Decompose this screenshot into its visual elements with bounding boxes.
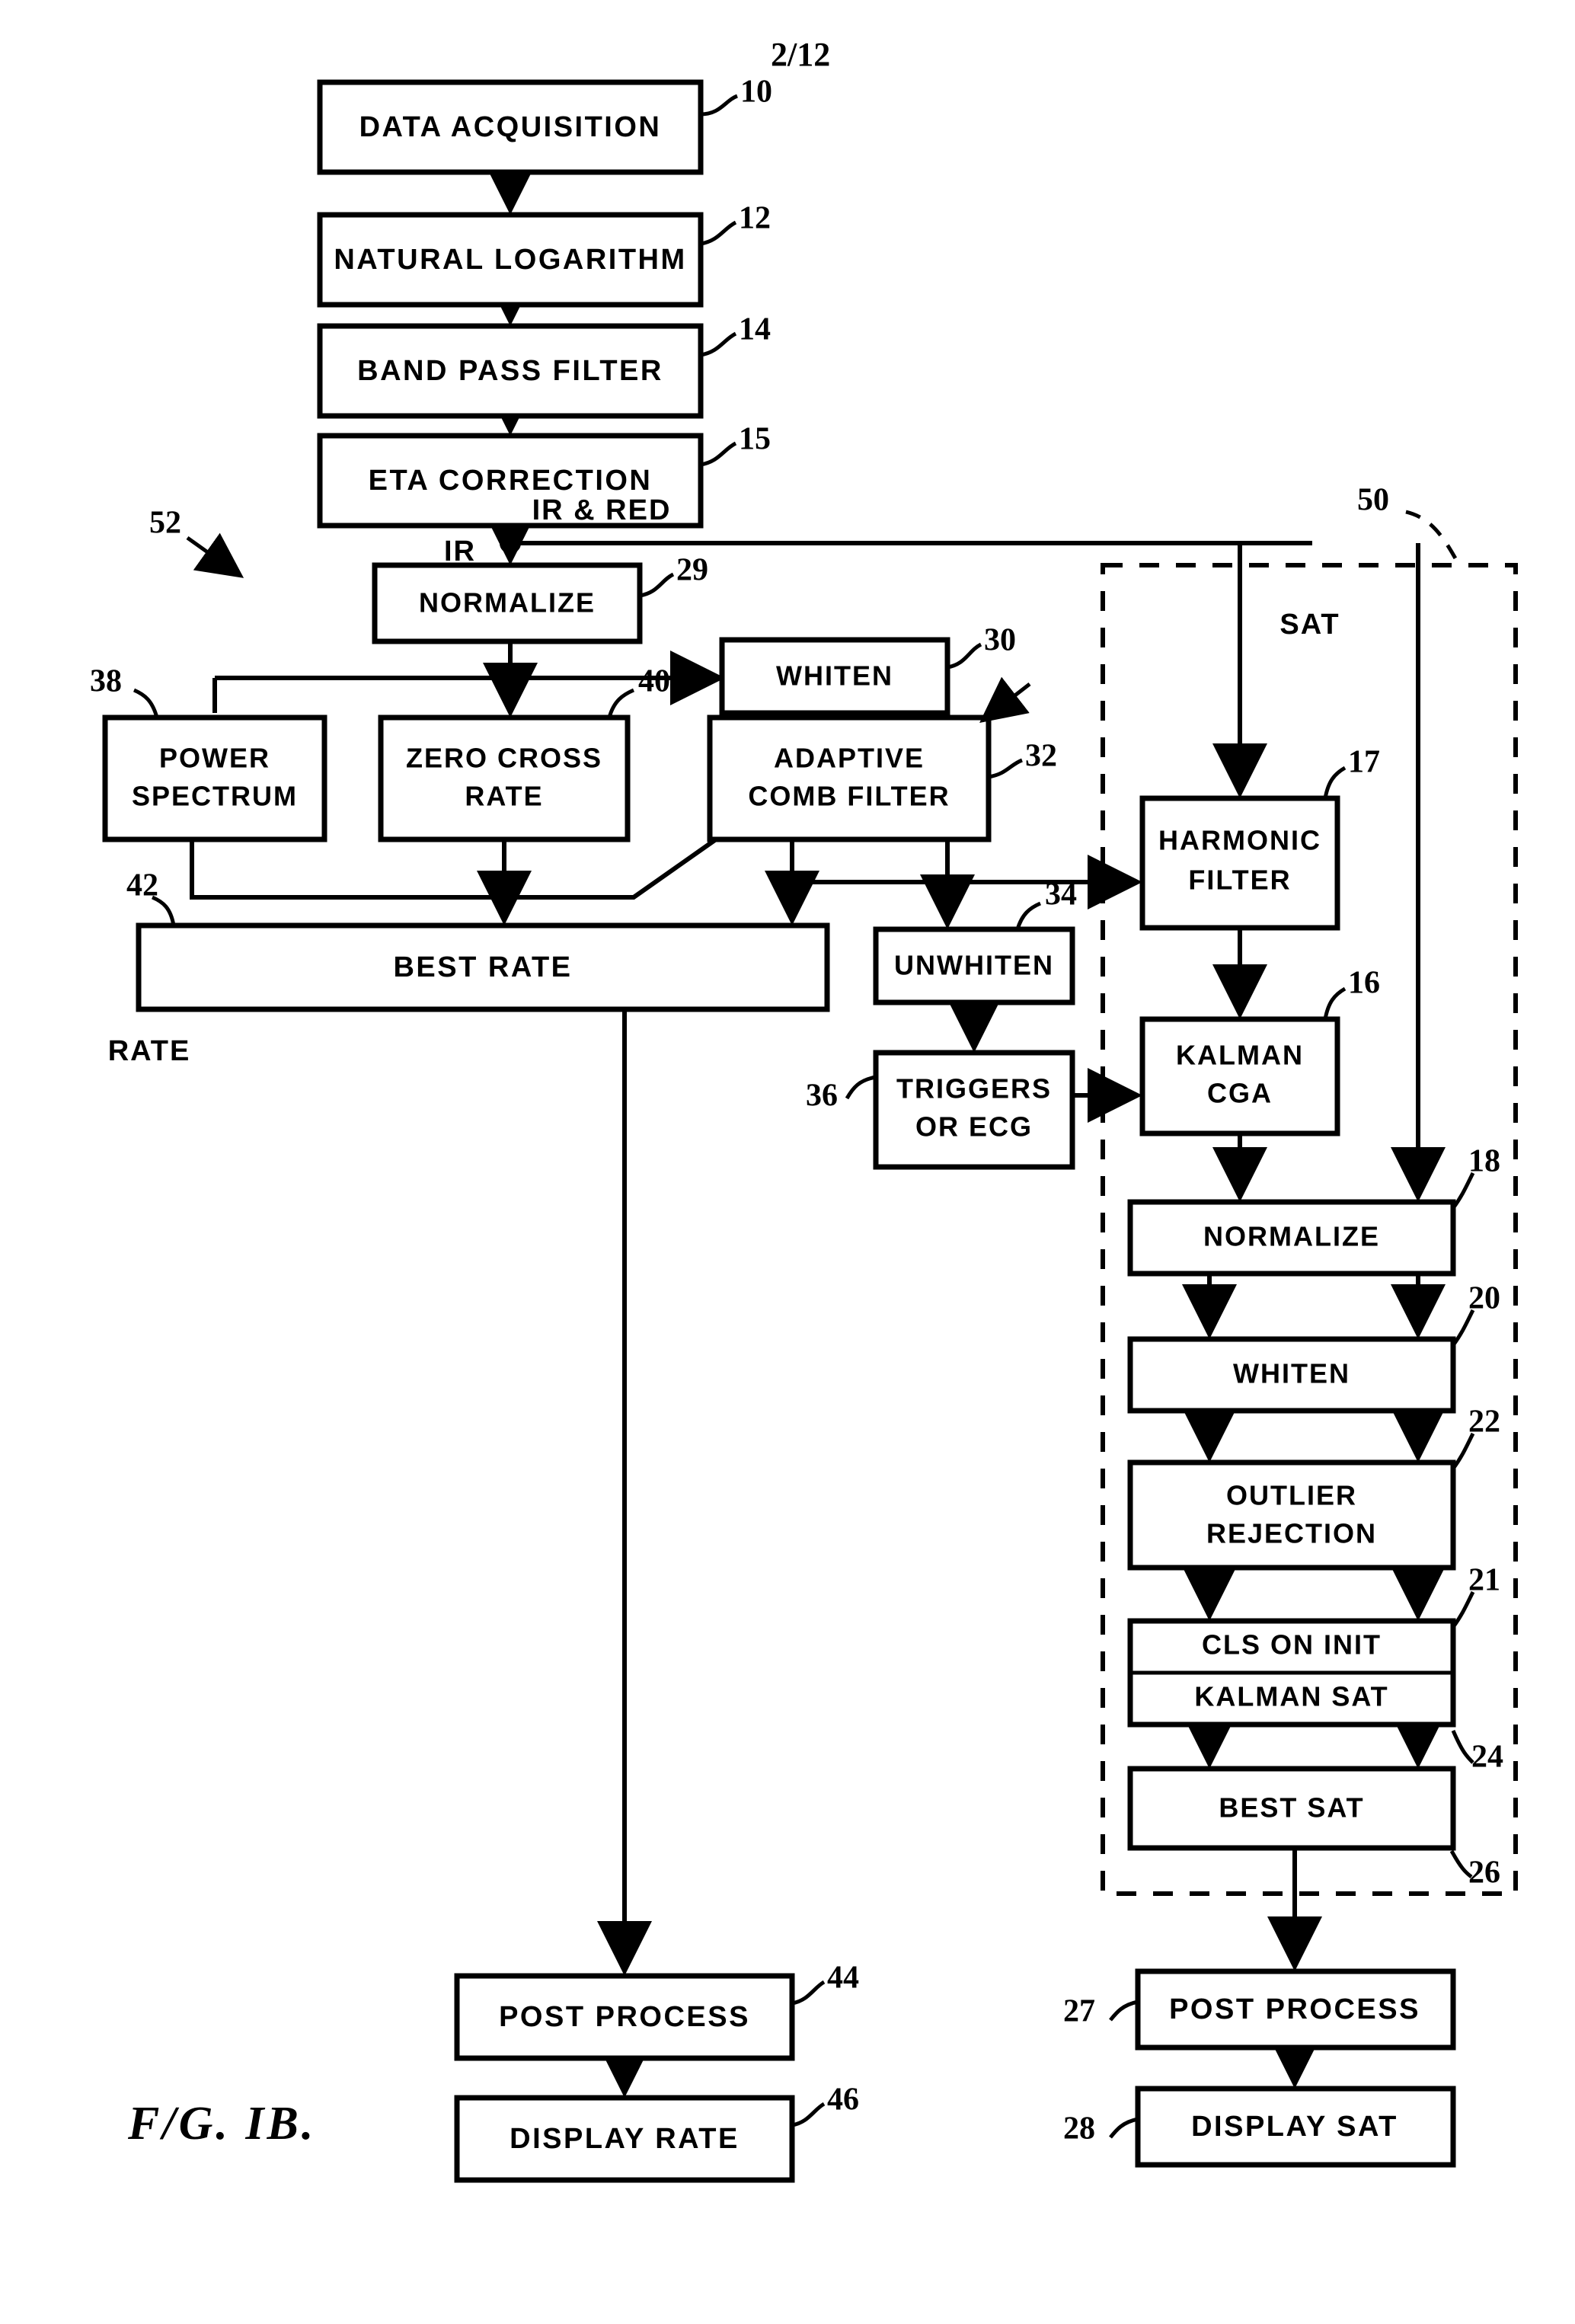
block-label: NATURAL LOGARITHM <box>334 244 686 276</box>
page-marker: 2/12 <box>771 36 830 73</box>
ref-12: 12 <box>739 201 771 236</box>
block-label: BEST SAT <box>1219 1792 1364 1824</box>
ref-52: 52 <box>149 506 181 541</box>
ref-18: 18 <box>1468 1144 1500 1179</box>
block-label-line2: REJECTION <box>1206 1518 1377 1549</box>
external-input-arrow <box>979 676 1031 724</box>
patent-figure-sheet: DATA ACQUISITION 10 NATURAL LOGARITHM 12… <box>0 0 1575 2324</box>
block-normalize-ir[interactable]: NORMALIZE <box>372 562 643 644</box>
figure-caption: F/G. IB. <box>127 2098 316 2150</box>
ref-21: 21 <box>1468 1563 1500 1598</box>
block-label-line1: ADAPTIVE <box>774 743 925 774</box>
block-label: POST PROCESS <box>499 2001 750 2033</box>
ref-50: 50 <box>1357 483 1389 518</box>
block-post-process-sat[interactable]: POST PROCESS <box>1135 1968 1456 2051</box>
block-label-line1: KALMAN <box>1176 1040 1304 1071</box>
ref-27: 27 <box>1063 1994 1095 2029</box>
block-best-rate[interactable]: BEST RATE <box>136 922 830 1012</box>
block-label-line2: SPECTRUM <box>132 781 298 812</box>
ref-46: 46 <box>827 2083 859 2118</box>
block-label-line2: FILTER <box>1188 865 1291 896</box>
block-label-line1: CLS ON INIT <box>1202 1629 1382 1661</box>
block-label: DATA ACQUISITION <box>359 111 662 143</box>
block-label: BEST RATE <box>393 951 572 983</box>
flow-diagram: DATA ACQUISITION 10 NATURAL LOGARITHM 12… <box>90 36 1518 2183</box>
ref-22: 22 <box>1468 1405 1500 1440</box>
block-label-line1: HARMONIC <box>1158 825 1321 856</box>
block-band-pass-filter[interactable]: BAND PASS FILTER <box>317 323 704 419</box>
block-label: POST PROCESS <box>1169 1993 1420 2025</box>
label-rate: RATE <box>108 1035 191 1067</box>
block-label-line1: POWER <box>159 743 270 774</box>
ref-10: 10 <box>740 75 772 110</box>
block-cls-kalman-sat[interactable]: CLS ON INIT KALMAN SAT <box>1127 1618 1456 1728</box>
ref-30: 30 <box>984 623 1016 658</box>
label-ir-and-red: IR & RED <box>532 494 672 526</box>
block-post-process-rate[interactable]: POST PROCESS <box>454 1973 795 2061</box>
ref-52-leader <box>186 532 244 578</box>
block-unwhiten[interactable]: UNWHITEN <box>873 926 1075 1005</box>
block-label: BAND PASS FILTER <box>357 355 663 387</box>
ref-17: 17 <box>1348 745 1380 780</box>
block-zero-cross-rate[interactable]: ZERO CROSS RATE <box>378 714 631 842</box>
ref-42: 42 <box>126 868 158 903</box>
block-natural-logarithm[interactable]: NATURAL LOGARITHM <box>317 212 704 308</box>
block-label-line2: COMB FILTER <box>748 781 950 812</box>
block-harmonic-filter[interactable]: HARMONIC FILTER <box>1139 795 1340 931</box>
block-best-sat[interactable]: BEST SAT <box>1127 1766 1456 1851</box>
block-label-line2: KALMAN SAT <box>1194 1681 1388 1712</box>
ref-28: 28 <box>1063 2111 1095 2147</box>
ref-26: 26 <box>1468 1856 1500 1891</box>
ref-15: 15 <box>739 422 771 457</box>
ref-29: 29 <box>676 553 708 588</box>
block-label-line1: TRIGGERS <box>896 1073 1052 1104</box>
ref-40: 40 <box>638 664 670 699</box>
block-label-line2: RATE <box>465 781 543 812</box>
block-data-acquisition[interactable]: DATA ACQUISITION <box>317 79 704 175</box>
block-label-line1: ZERO CROSS <box>406 743 602 774</box>
ref-14: 14 <box>739 312 771 347</box>
block-display-sat[interactable]: DISPLAY SAT <box>1135 2086 1456 2168</box>
connector-group-rate-bus <box>190 837 1142 929</box>
ref-34: 34 <box>1045 877 1077 913</box>
block-power-spectrum[interactable]: POWER SPECTRUM <box>102 714 327 842</box>
block-display-rate[interactable]: DISPLAY RATE <box>454 2095 795 2183</box>
block-label: WHITEN <box>776 660 893 692</box>
ref-36: 36 <box>806 1079 838 1114</box>
block-label: WHITEN <box>1233 1358 1350 1389</box>
block-kalman-cga[interactable]: KALMAN CGA <box>1139 1016 1340 1136</box>
block-label: DISPLAY SAT <box>1191 2111 1398 2143</box>
ref-20: 20 <box>1468 1281 1500 1316</box>
ref-50-leader <box>1405 510 1462 567</box>
block-label: UNWHITEN <box>894 950 1054 981</box>
ref-16: 16 <box>1348 966 1380 1001</box>
block-whiten-rate[interactable]: WHITEN <box>719 637 950 716</box>
block-label: DISPLAY RATE <box>510 2123 740 2155</box>
ref-24: 24 <box>1471 1740 1503 1775</box>
block-normalize-sat[interactable]: NORMALIZE <box>1127 1199 1456 1277</box>
connector-group-sat <box>1182 543 1446 2089</box>
block-whiten-sat[interactable]: WHITEN <box>1127 1336 1456 1414</box>
block-label-line1: OUTLIER <box>1226 1480 1357 1511</box>
block-label: NORMALIZE <box>1203 1221 1380 1252</box>
block-outlier-rejection[interactable]: OUTLIER REJECTION <box>1127 1459 1456 1571</box>
ref-44: 44 <box>827 1961 859 1996</box>
label-sat: SAT <box>1279 609 1340 641</box>
block-label-line2: OR ECG <box>915 1111 1033 1143</box>
block-label: ETA CORRECTION <box>369 465 653 497</box>
block-triggers-or-ecg[interactable]: TRIGGERS OR ECG <box>873 1050 1075 1170</box>
label-ir: IR <box>444 535 476 567</box>
block-label: NORMALIZE <box>419 587 596 619</box>
block-label-line2: CGA <box>1207 1078 1273 1109</box>
ref-32: 32 <box>1025 739 1057 774</box>
ref-38: 38 <box>90 664 122 699</box>
block-adaptive-comb-filter[interactable]: ADAPTIVE COMB FILTER <box>707 714 992 842</box>
